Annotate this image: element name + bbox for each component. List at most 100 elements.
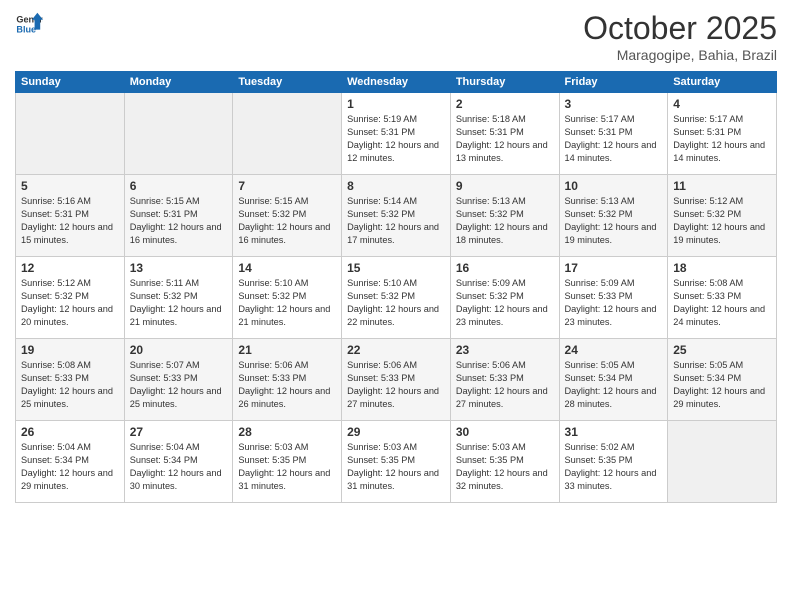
- day-info: Sunrise: 5:15 AMSunset: 5:31 PMDaylight:…: [130, 195, 228, 247]
- calendar-cell: 20 Sunrise: 5:07 AMSunset: 5:33 PMDayligh…: [124, 339, 233, 421]
- day-header-tuesday: Tuesday: [233, 72, 342, 93]
- day-info: Sunrise: 5:09 AMSunset: 5:32 PMDaylight:…: [456, 277, 554, 329]
- logo-icon: General Blue: [15, 10, 43, 38]
- calendar-cell: 15Sunrise: 5:10 AMSunset: 5:32 PMDayligh…: [342, 257, 451, 339]
- calendar-cell: [668, 421, 777, 503]
- day-number: 21: [238, 343, 336, 357]
- calendar-cell: 28 Sunrise: 5:03 AMSunset: 5:35 PMDayligh…: [233, 421, 342, 503]
- day-number: 12: [21, 261, 119, 275]
- day-info: Sunrise: 5:13 AMSunset: 5:32 PMDaylight:…: [456, 195, 554, 247]
- calendar-cell: 13 Sunrise: 5:11 AMSunset: 5:32 PMDayligh…: [124, 257, 233, 339]
- day-number: 17: [565, 261, 663, 275]
- calendar-cell: 17 Sunrise: 5:09 AMSunset: 5:33 PMDayligh…: [559, 257, 668, 339]
- day-number: 14: [238, 261, 336, 275]
- calendar-table: SundayMondayTuesdayWednesdayThursdayFrid…: [15, 71, 777, 503]
- day-number: 27: [130, 425, 228, 439]
- day-info: Sunrise: 5:14 AMSunset: 5:32 PMDaylight:…: [347, 195, 445, 247]
- day-number: 20: [130, 343, 228, 357]
- calendar-cell: 7 Sunrise: 5:15 AMSunset: 5:32 PMDaylight…: [233, 175, 342, 257]
- day-header-monday: Monday: [124, 72, 233, 93]
- day-number: 4: [673, 97, 771, 111]
- day-info: Sunrise: 5:16 AMSunset: 5:31 PMDaylight:…: [21, 195, 119, 247]
- day-number: 31: [565, 425, 663, 439]
- logo: General Blue: [15, 10, 43, 38]
- calendar-cell: 29 Sunrise: 5:03 AMSunset: 5:35 PMDayligh…: [342, 421, 451, 503]
- calendar-cell: 10 Sunrise: 5:13 AMSunset: 5:32 PMDayligh…: [559, 175, 668, 257]
- calendar-cell: 9 Sunrise: 5:13 AMSunset: 5:32 PMDaylight…: [450, 175, 559, 257]
- calendar-cell: 27 Sunrise: 5:04 AMSunset: 5:34 PMDayligh…: [124, 421, 233, 503]
- day-number: 29: [347, 425, 445, 439]
- day-info: Sunrise: 5:13 AMSunset: 5:32 PMDaylight:…: [565, 195, 663, 247]
- day-number: 1: [347, 97, 445, 111]
- day-number: 23: [456, 343, 554, 357]
- day-number: 15: [347, 261, 445, 275]
- day-number: 5: [21, 179, 119, 193]
- day-number: 30: [456, 425, 554, 439]
- day-info: Sunrise: 5:12 AMSunset: 5:32 PMDaylight:…: [673, 195, 771, 247]
- day-number: 18: [673, 261, 771, 275]
- day-number: 19: [21, 343, 119, 357]
- day-info: Sunrise: 5:05 AMSunset: 5:34 PMDaylight:…: [565, 359, 663, 411]
- calendar-cell: 6 Sunrise: 5:15 AMSunset: 5:31 PMDaylight…: [124, 175, 233, 257]
- month-title: October 2025: [583, 10, 777, 47]
- day-number: 28: [238, 425, 336, 439]
- day-number: 8: [347, 179, 445, 193]
- calendar-cell: 25Sunrise: 5:05 AMSunset: 5:34 PMDayligh…: [668, 339, 777, 421]
- day-info: Sunrise: 5:08 AMSunset: 5:33 PMDaylight:…: [673, 277, 771, 329]
- page-header: General Blue October 2025 Maragogipe, Ba…: [15, 10, 777, 63]
- day-info: Sunrise: 5:08 AMSunset: 5:33 PMDaylight:…: [21, 359, 119, 411]
- day-number: 13: [130, 261, 228, 275]
- day-number: 26: [21, 425, 119, 439]
- calendar-cell: 3Sunrise: 5:17 AMSunset: 5:31 PMDaylight…: [559, 93, 668, 175]
- day-info: Sunrise: 5:03 AMSunset: 5:35 PMDaylight:…: [347, 441, 445, 493]
- day-info: Sunrise: 5:15 AMSunset: 5:32 PMDaylight:…: [238, 195, 336, 247]
- location-subtitle: Maragogipe, Bahia, Brazil: [583, 47, 777, 63]
- calendar-cell: 2 Sunrise: 5:18 AMSunset: 5:31 PMDaylight…: [450, 93, 559, 175]
- calendar-cell: 21 Sunrise: 5:06 AMSunset: 5:33 PMDayligh…: [233, 339, 342, 421]
- day-info: Sunrise: 5:12 AMSunset: 5:32 PMDaylight:…: [21, 277, 119, 329]
- calendar-cell: 5 Sunrise: 5:16 AMSunset: 5:31 PMDaylight…: [16, 175, 125, 257]
- day-number: 7: [238, 179, 336, 193]
- day-info: Sunrise: 5:11 AMSunset: 5:32 PMDaylight:…: [130, 277, 228, 329]
- day-info: Sunrise: 5:03 AMSunset: 5:35 PMDaylight:…: [456, 441, 554, 493]
- calendar-cell: 22 Sunrise: 5:06 AMSunset: 5:33 PMDayligh…: [342, 339, 451, 421]
- day-number: 24: [565, 343, 663, 357]
- day-info: Sunrise: 5:10 AMSunset: 5:32 PMDaylight:…: [238, 277, 336, 329]
- day-header-saturday: Saturday: [668, 72, 777, 93]
- day-number: 16: [456, 261, 554, 275]
- day-info: Sunrise: 5:03 AMSunset: 5:35 PMDaylight:…: [238, 441, 336, 493]
- day-number: 11: [673, 179, 771, 193]
- day-info: Sunrise: 5:07 AMSunset: 5:33 PMDaylight:…: [130, 359, 228, 411]
- day-info: Sunrise: 5:19 AMSunset: 5:31 PMDaylight:…: [347, 113, 445, 165]
- day-info: Sunrise: 5:04 AMSunset: 5:34 PMDaylight:…: [21, 441, 119, 493]
- calendar-cell: 31Sunrise: 5:02 AMSunset: 5:35 PMDayligh…: [559, 421, 668, 503]
- day-info: Sunrise: 5:06 AMSunset: 5:33 PMDaylight:…: [347, 359, 445, 411]
- calendar-cell: 14 Sunrise: 5:10 AMSunset: 5:32 PMDayligh…: [233, 257, 342, 339]
- day-info: Sunrise: 5:06 AMSunset: 5:33 PMDaylight:…: [456, 359, 554, 411]
- day-info: Sunrise: 5:09 AMSunset: 5:33 PMDaylight:…: [565, 277, 663, 329]
- day-number: 22: [347, 343, 445, 357]
- calendar-cell: 8 Sunrise: 5:14 AMSunset: 5:32 PMDaylight…: [342, 175, 451, 257]
- day-number: 2: [456, 97, 554, 111]
- day-header-thursday: Thursday: [450, 72, 559, 93]
- day-number: 25: [673, 343, 771, 357]
- calendar-cell: [16, 93, 125, 175]
- day-header-sunday: Sunday: [16, 72, 125, 93]
- calendar-cell: 1 Sunrise: 5:19 AMSunset: 5:31 PMDaylight…: [342, 93, 451, 175]
- day-header-friday: Friday: [559, 72, 668, 93]
- day-number: 6: [130, 179, 228, 193]
- calendar-cell: 12 Sunrise: 5:12 AMSunset: 5:32 PMDayligh…: [16, 257, 125, 339]
- calendar-cell: [233, 93, 342, 175]
- day-info: Sunrise: 5:04 AMSunset: 5:34 PMDaylight:…: [130, 441, 228, 493]
- day-number: 10: [565, 179, 663, 193]
- calendar-cell: 19 Sunrise: 5:08 AMSunset: 5:33 PMDayligh…: [16, 339, 125, 421]
- calendar-cell: 18 Sunrise: 5:08 AMSunset: 5:33 PMDayligh…: [668, 257, 777, 339]
- calendar-cell: [124, 93, 233, 175]
- day-number: 9: [456, 179, 554, 193]
- calendar-cell: 23 Sunrise: 5:06 AMSunset: 5:33 PMDayligh…: [450, 339, 559, 421]
- day-header-wednesday: Wednesday: [342, 72, 451, 93]
- day-info: Sunrise: 5:18 AMSunset: 5:31 PMDaylight:…: [456, 113, 554, 165]
- calendar-cell: 30 Sunrise: 5:03 AMSunset: 5:35 PMDayligh…: [450, 421, 559, 503]
- day-info: Sunrise: 5:06 AMSunset: 5:33 PMDaylight:…: [238, 359, 336, 411]
- calendar-cell: 16 Sunrise: 5:09 AMSunset: 5:32 PMDayligh…: [450, 257, 559, 339]
